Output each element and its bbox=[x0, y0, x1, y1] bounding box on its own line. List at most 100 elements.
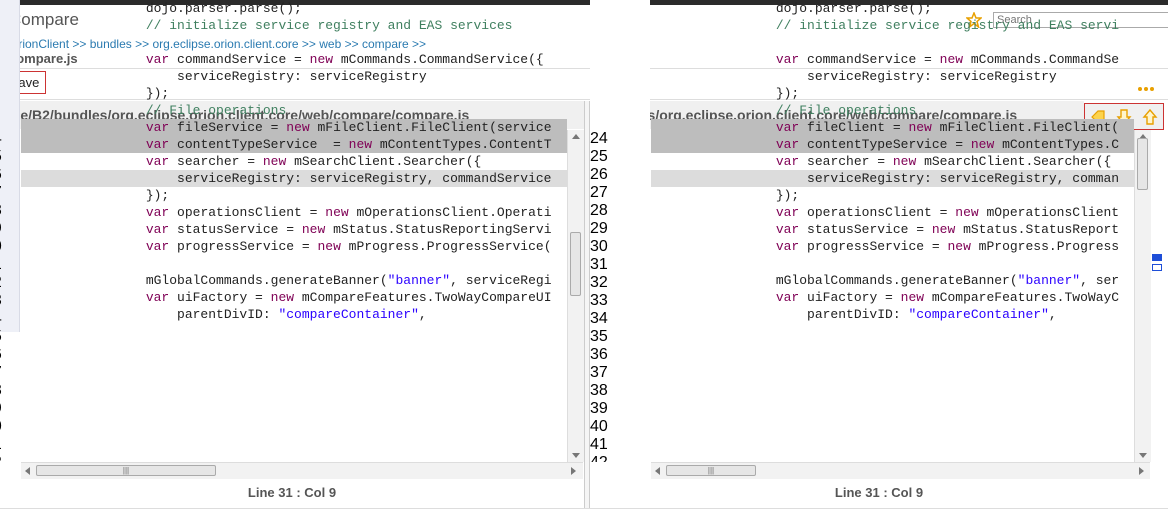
line-number: 28 bbox=[0, 202, 20, 220]
left-horizontal-scrollbar[interactable]: ||| bbox=[21, 462, 583, 479]
line-number: 26 bbox=[0, 166, 20, 184]
code-line[interactable]: }); bbox=[651, 187, 1134, 204]
scroll-left-icon[interactable] bbox=[655, 467, 660, 475]
scroll-down-icon[interactable] bbox=[572, 453, 580, 458]
code-line[interactable]: serviceRegistry: serviceRegistry bbox=[21, 68, 567, 85]
code-line[interactable]: parentDivID: "compareContainer", bbox=[21, 306, 567, 323]
code-line[interactable] bbox=[21, 34, 567, 51]
code-line[interactable]: // initialize service registry and EAS s… bbox=[651, 17, 1134, 34]
code-line[interactable]: parentDivID: "compareContainer", bbox=[651, 306, 1134, 323]
code-line[interactable] bbox=[651, 255, 1134, 272]
line-number: 34 bbox=[590, 310, 608, 327]
code-line[interactable]: var statusService = new mStatus.StatusRe… bbox=[651, 221, 1134, 238]
line-number: 38 bbox=[590, 382, 608, 399]
code-line[interactable]: serviceRegistry: serviceRegistry bbox=[651, 68, 1134, 85]
code-line[interactable]: mGlobalCommands.generateBanner("banner",… bbox=[21, 272, 567, 289]
code-line[interactable]: // File operations bbox=[651, 102, 1134, 119]
left-vertical-thumb[interactable] bbox=[570, 232, 581, 296]
previous-diff-icon[interactable] bbox=[1141, 108, 1159, 126]
left-gutter: 24252627282930313233343536373839404142 bbox=[0, 130, 20, 462]
code-line[interactable]: var uiFactory = new mCompareFeatures.Two… bbox=[651, 289, 1134, 306]
code-line[interactable] bbox=[651, 34, 1134, 51]
line-number: 37 bbox=[0, 364, 20, 382]
line-number: 27 bbox=[0, 184, 20, 202]
line-number: 33 bbox=[590, 292, 608, 309]
right-vertical-scrollbar[interactable] bbox=[1134, 130, 1151, 462]
code-line[interactable]: mGlobalCommands.generateBanner("banner",… bbox=[651, 272, 1134, 289]
code-line[interactable]: var progressService = new mProgress.Prog… bbox=[651, 238, 1134, 255]
line-number: 39 bbox=[590, 400, 608, 417]
scroll-right-icon[interactable] bbox=[571, 467, 576, 475]
code-line[interactable]: var operationsClient = new mOperationsCl… bbox=[651, 204, 1134, 221]
code-line[interactable] bbox=[21, 255, 567, 272]
right-editor[interactable]: dojo.parser.parse(); // initialize servi… bbox=[651, 0, 1134, 332]
code-line[interactable]: var commandService = new mCommands.Comma… bbox=[21, 51, 567, 68]
line-number: 26 bbox=[590, 166, 608, 183]
code-line[interactable]: var statusService = new mStatus.StatusRe… bbox=[21, 221, 567, 238]
code-line[interactable]: dojo.parser.parse(); bbox=[651, 0, 1134, 17]
code-line[interactable]: var contentTypeService = new mContentTyp… bbox=[21, 136, 567, 153]
code-line[interactable]: var fileClient = new mFileClient.FileCli… bbox=[651, 119, 1134, 136]
code-line[interactable]: // initialize service registry and EAS s… bbox=[21, 17, 567, 34]
right-horizontal-scrollbar[interactable]: ||| bbox=[651, 462, 1150, 479]
overview-ruler-current-diff[interactable] bbox=[1152, 254, 1162, 261]
line-number: 31 bbox=[590, 256, 608, 273]
right-horizontal-thumb[interactable]: ||| bbox=[666, 465, 756, 476]
line-number: 32 bbox=[590, 274, 608, 291]
line-number: 32 bbox=[0, 274, 20, 292]
code-line[interactable]: }); bbox=[651, 85, 1134, 102]
left-status: Line 31 : Col 9 bbox=[247, 485, 337, 500]
code-line[interactable]: dojo.parser.parse(); bbox=[21, 0, 567, 17]
line-number: 42 bbox=[590, 454, 650, 462]
code-line[interactable]: var contentTypeService = new mContentTyp… bbox=[651, 136, 1134, 153]
line-number: 35 bbox=[0, 328, 20, 346]
overview-ruler-diff[interactable] bbox=[1152, 264, 1162, 271]
line-number: 41 bbox=[590, 436, 608, 453]
more-actions-icon[interactable] bbox=[1138, 78, 1160, 91]
code-line[interactable]: var commandService = new mCommands.Comma… bbox=[651, 51, 1134, 68]
line-number: 33 bbox=[0, 292, 20, 310]
right-gutter: 24252627282930313233343536373839404142 bbox=[590, 130, 650, 462]
line-number: 30 bbox=[0, 238, 20, 256]
line-number: 29 bbox=[0, 220, 20, 238]
scroll-left-icon[interactable] bbox=[25, 467, 30, 475]
line-number: 31 bbox=[0, 256, 20, 274]
line-number: 40 bbox=[590, 418, 608, 435]
code-line[interactable]: var progressService = new mProgress.Prog… bbox=[21, 238, 567, 255]
right-vertical-thumb[interactable] bbox=[1137, 138, 1148, 190]
line-number: 35 bbox=[590, 328, 608, 345]
line-number: 34 bbox=[0, 310, 20, 328]
left-vertical-scrollbar[interactable] bbox=[567, 130, 584, 462]
scroll-down-icon[interactable] bbox=[1139, 453, 1147, 458]
line-number: 30 bbox=[590, 238, 608, 255]
code-line[interactable]: serviceRegistry: serviceRegistry, comman bbox=[651, 170, 1134, 187]
line-number: 42 bbox=[0, 454, 20, 462]
line-number: 36 bbox=[0, 346, 20, 364]
scroll-up-icon[interactable] bbox=[572, 134, 580, 139]
line-number: 25 bbox=[590, 148, 608, 165]
line-number: 24 bbox=[0, 130, 20, 148]
code-line[interactable]: var operationsClient = new mOperationsCl… bbox=[21, 204, 567, 221]
line-number: 38 bbox=[0, 382, 20, 400]
line-number: 27 bbox=[590, 184, 608, 201]
code-line[interactable]: var fileService = new mFileClient.FileCl… bbox=[21, 119, 567, 136]
line-number: 25 bbox=[0, 148, 20, 166]
scroll-right-icon[interactable] bbox=[1139, 467, 1144, 475]
left-editor[interactable]: dojo.parser.parse(); // initialize servi… bbox=[21, 0, 567, 332]
code-line[interactable]: // File operations bbox=[21, 102, 567, 119]
code-line[interactable]: }); bbox=[21, 85, 567, 102]
code-line[interactable]: var uiFactory = new mCompareFeatures.Two… bbox=[21, 289, 567, 306]
line-number: 40 bbox=[0, 418, 20, 436]
code-line[interactable]: var searcher = new mSearchClient.Searche… bbox=[651, 153, 1134, 170]
line-number: 36 bbox=[590, 346, 608, 363]
line-number: 24 bbox=[590, 130, 608, 147]
code-line[interactable]: var searcher = new mSearchClient.Searche… bbox=[21, 153, 567, 170]
line-number: 29 bbox=[590, 220, 608, 237]
line-number: 39 bbox=[0, 400, 20, 418]
left-horizontal-thumb[interactable]: ||| bbox=[36, 465, 216, 476]
code-line[interactable]: serviceRegistry: serviceRegistry, comman… bbox=[21, 170, 567, 187]
line-number: 37 bbox=[590, 364, 608, 381]
code-line[interactable]: }); bbox=[21, 187, 567, 204]
footer-divider bbox=[0, 508, 1168, 509]
line-number: 28 bbox=[590, 202, 608, 219]
